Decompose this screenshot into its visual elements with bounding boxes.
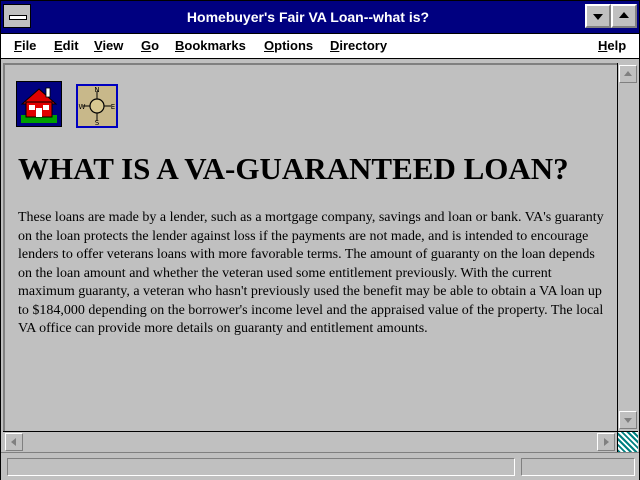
- compass-east-label: E: [111, 103, 115, 111]
- menu-go[interactable]: Go: [141, 34, 159, 58]
- arrow-up-icon: [624, 71, 632, 76]
- scroll-up-button[interactable]: [619, 65, 637, 83]
- window-title: Homebuyer's Fair VA Loan--what is?: [186, 9, 430, 25]
- scroll-down-button[interactable]: [619, 411, 637, 429]
- menu-file[interactable]: File: [14, 34, 36, 58]
- page-content: N E S W WHAT IS A VA-GUARANTEED LOAN? Th…: [3, 63, 619, 431]
- status-text: [7, 458, 515, 476]
- arrow-left-icon: [11, 438, 16, 446]
- menu-edit[interactable]: Edit: [54, 34, 79, 58]
- menu-options[interactable]: Options: [264, 34, 313, 58]
- menu-bar: File Edit View Go Bookmarks Options Dire…: [1, 34, 639, 59]
- maximize-button[interactable]: [611, 4, 637, 28]
- maximize-icon: [619, 12, 629, 18]
- menu-directory[interactable]: Directory: [330, 34, 387, 58]
- compass-north-label: N: [94, 86, 99, 94]
- menu-bookmarks[interactable]: Bookmarks: [175, 34, 246, 58]
- title-bar[interactable]: Homebuyer's Fair VA Loan--what is?: [1, 1, 639, 34]
- system-menu-button[interactable]: [3, 4, 31, 28]
- minimize-icon: [593, 14, 603, 20]
- compass-south-label: S: [95, 119, 100, 126]
- status-bar: [1, 452, 639, 480]
- vertical-scrollbar[interactable]: [617, 63, 638, 431]
- page-heading: WHAT IS A VA-GUARANTEED LOAN?: [18, 151, 569, 186]
- system-menu-icon: [9, 15, 27, 20]
- arrow-down-icon: [624, 418, 632, 423]
- menu-view[interactable]: View: [94, 34, 123, 58]
- compass-west-label: W: [79, 103, 86, 111]
- minimize-button[interactable]: [585, 4, 611, 28]
- home-icon[interactable]: [16, 81, 62, 127]
- horizontal-scrollbar[interactable]: [3, 431, 617, 452]
- browser-window: Homebuyer's Fair VA Loan--what is? File …: [0, 0, 640, 480]
- progress-indicator: [521, 458, 635, 476]
- compass-icon[interactable]: N E S W: [76, 84, 118, 128]
- arrow-right-icon: [604, 438, 609, 446]
- menu-help[interactable]: Help: [598, 34, 626, 58]
- scroll-right-button[interactable]: [597, 433, 615, 451]
- scroll-left-button[interactable]: [5, 433, 23, 451]
- page-body-text: These loans are made by a lender, such a…: [18, 210, 604, 336]
- resize-corner[interactable]: [617, 431, 638, 452]
